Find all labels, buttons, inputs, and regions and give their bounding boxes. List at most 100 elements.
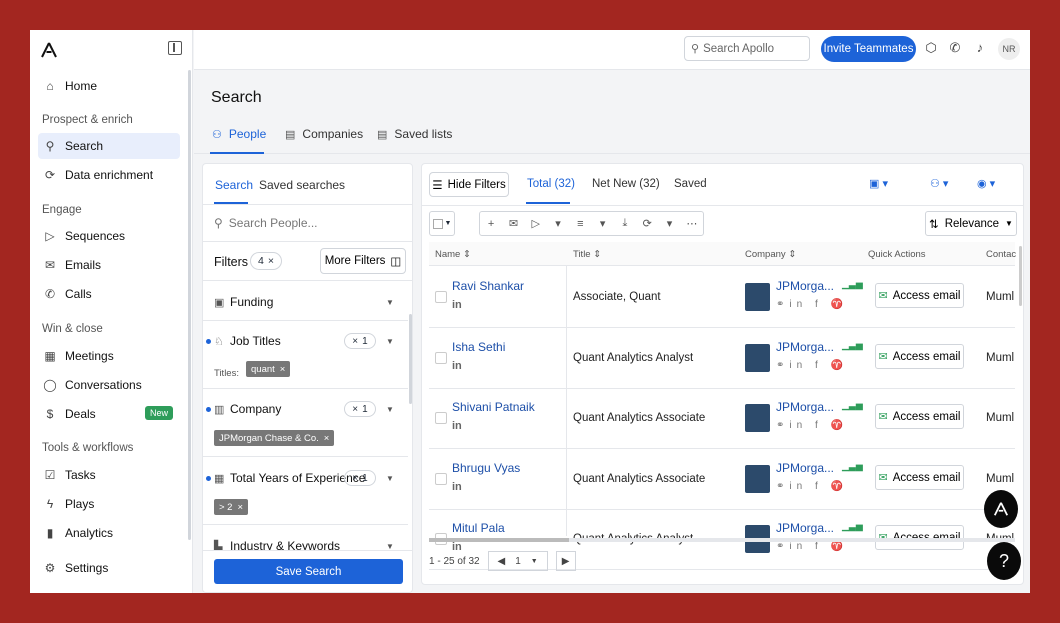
filter-chip[interactable]: > 2 × — [214, 499, 249, 515]
person-name-link[interactable]: Bhrugu Vyas — [452, 461, 520, 475]
export-icon[interactable]: ⤓ — [614, 217, 636, 230]
next-page-icon[interactable]: ▶ — [555, 551, 576, 571]
row-checkbox[interactable] — [435, 291, 447, 303]
close-icon[interactable]: × — [324, 433, 330, 444]
filter-company[interactable]: ▥ Company × 1 ▼ — [203, 395, 408, 423]
row-checkbox[interactable] — [435, 352, 447, 364]
avatar[interactable]: NR — [998, 38, 1020, 60]
access-email-button[interactable]: ✉ Access email — [875, 283, 964, 308]
sidebar-item-settings[interactable]: ⚙ Settings — [38, 555, 180, 581]
filter-years-experience[interactable]: ▦ Total Years of Experience × 1 ▼ — [203, 464, 408, 492]
company-logo[interactable] — [745, 344, 770, 372]
select-all-checkbox[interactable]: ▼ — [429, 211, 455, 236]
chevron-down-icon[interactable]: ▾ — [658, 217, 680, 230]
briefcase-icon[interactable]: ▣ ▾ — [869, 177, 888, 190]
sidebar-item-sequences[interactable]: ▷ Sequences — [38, 223, 180, 249]
filter-scrollbar[interactable] — [409, 314, 412, 404]
sidebar-item-conversations[interactable]: ◯ Conversations — [38, 372, 180, 398]
sidebar-item-plays[interactable]: ϟ Plays — [38, 491, 180, 517]
tab-net-new[interactable]: Net New (32) — [592, 178, 660, 190]
access-email-button[interactable]: ✉ Access email — [875, 344, 964, 369]
help-button[interactable]: ? — [987, 542, 1021, 580]
more-filters-button[interactable]: More Filters ◫ — [320, 248, 406, 274]
more-icon[interactable]: ⋯ — [681, 217, 703, 230]
company-logo[interactable] — [745, 465, 770, 493]
tab-saved[interactable]: Saved — [674, 178, 707, 190]
column-header-contact[interactable]: Contac — [986, 249, 1016, 260]
add-person-icon[interactable]: ⚇ ▾ — [930, 177, 948, 190]
hide-filters-button[interactable]: ☰ Hide Filters — [429, 172, 509, 197]
company-logo[interactable] — [745, 404, 770, 432]
tab-total[interactable]: Total (32) — [527, 178, 575, 190]
company-social-icons[interactable]: ⚭in f ♈ — [776, 299, 848, 310]
person-name-link[interactable]: Mitul Pala — [452, 521, 505, 535]
person-name-link[interactable]: Shivani Patnaik — [452, 400, 535, 414]
list-add-icon[interactable]: ≡ — [569, 218, 591, 230]
rocket-icon[interactable]: ⬡ — [923, 40, 939, 56]
tab-saved-searches[interactable]: Saved searches — [259, 178, 345, 192]
close-icon[interactable]: × — [352, 404, 358, 415]
tab-companies[interactable]: ▤ Companies — [285, 127, 363, 141]
save-search-button[interactable]: Save Search — [214, 559, 403, 584]
table-row[interactable]: Isha Sethi in Quant Analytics Analyst JP… — [429, 328, 1015, 389]
sidebar-item-tasks[interactable]: ☑ Tasks — [38, 462, 180, 488]
vertical-scrollbar[interactable] — [1019, 246, 1022, 306]
sidebar-item-analytics[interactable]: ▮ Analytics — [38, 520, 180, 546]
bell-icon[interactable]: ♪ — [972, 40, 988, 56]
company-social-icons[interactable]: ⚭in f ♈ — [776, 481, 848, 492]
filter-count[interactable]: × 1 — [344, 333, 376, 349]
global-search-input[interactable]: ⚲ Search Apollo — [684, 36, 810, 61]
access-email-button[interactable]: ✉ Access email — [875, 465, 964, 490]
filter-job-titles[interactable]: ♘ Job Titles × 1 ▼ — [203, 327, 408, 355]
sidebar-scrollbar[interactable] — [188, 70, 191, 540]
sidebar-item-meetings[interactable]: ▦ Meetings — [38, 343, 180, 369]
phone-icon[interactable]: ✆ — [947, 40, 963, 56]
apollo-assistant-button[interactable] — [984, 490, 1018, 528]
filter-count-badge[interactable]: 4 × — [250, 252, 282, 270]
close-icon[interactable]: × — [352, 336, 358, 347]
row-checkbox[interactable] — [435, 473, 447, 485]
apollo-logo-icon[interactable] — [40, 41, 58, 59]
filter-count[interactable]: × 1 — [344, 470, 376, 486]
filter-count[interactable]: × 1 — [344, 401, 376, 417]
company-name-link[interactable]: JPMorga... — [776, 400, 834, 414]
table-row[interactable]: Bhrugu Vyas in Quant Analytics Associate… — [429, 449, 1015, 510]
page-selector[interactable]: ◀ 1 ▼ — [487, 551, 548, 571]
column-header-name[interactable]: Name ⇕ — [435, 249, 471, 260]
company-name-link[interactable]: JPMorga... — [776, 521, 834, 535]
person-name-link[interactable]: Isha Sethi — [452, 340, 505, 354]
close-icon[interactable]: × — [268, 255, 274, 267]
sort-select[interactable]: ⇅ Relevance ▼ — [925, 211, 1017, 236]
filter-chip[interactable]: quant × — [246, 361, 291, 377]
invite-teammates-button[interactable]: Invite Teammates — [821, 36, 916, 62]
chevron-down-icon[interactable]: ▾ — [547, 217, 569, 230]
sidebar-item-emails[interactable]: ✉ Emails — [38, 252, 180, 278]
linkedin-icon[interactable]: in — [452, 481, 462, 493]
access-email-button[interactable]: ✉ Access email — [875, 404, 964, 429]
add-icon[interactable]: + — [480, 218, 502, 230]
refresh-icon[interactable]: ⟳ — [636, 217, 658, 230]
close-icon[interactable]: × — [280, 364, 286, 375]
horizontal-scrollbar[interactable] — [429, 538, 1015, 542]
tab-saved-lists[interactable]: ▤ Saved lists — [377, 127, 452, 141]
view-options-icon[interactable]: ◉ ▾ — [977, 177, 995, 190]
close-icon[interactable]: × — [237, 502, 243, 513]
filter-funding[interactable]: ▣ Funding ▼ — [203, 288, 408, 316]
collapse-sidebar-icon[interactable] — [168, 41, 182, 55]
company-name-link[interactable]: JPMorga... — [776, 461, 834, 475]
prev-page-icon[interactable]: ◀ — [497, 556, 505, 567]
company-social-icons[interactable]: ⚭in f ♈ — [776, 541, 848, 552]
mail-icon[interactable]: ✉ — [502, 217, 524, 230]
close-icon[interactable]: × — [352, 473, 358, 484]
linkedin-icon[interactable]: in — [452, 420, 462, 432]
sidebar-item-home[interactable]: ⌂ Home — [38, 73, 180, 99]
company-name-link[interactable]: JPMorga... — [776, 340, 834, 354]
linkedin-icon[interactable]: in — [452, 299, 462, 311]
column-header-title[interactable]: Title ⇕ — [573, 249, 601, 260]
filter-chip[interactable]: JPMorgan Chase & Co. × — [214, 430, 335, 446]
tab-search[interactable]: Search — [215, 178, 253, 192]
column-header-company[interactable]: Company ⇕ — [745, 249, 796, 260]
sidebar-item-deals[interactable]: $ Deals New — [38, 401, 180, 427]
chevron-down-icon[interactable]: ▾ — [591, 217, 613, 230]
table-row[interactable]: Ravi Shankar in Associate, Quant JPMorga… — [429, 267, 1015, 328]
